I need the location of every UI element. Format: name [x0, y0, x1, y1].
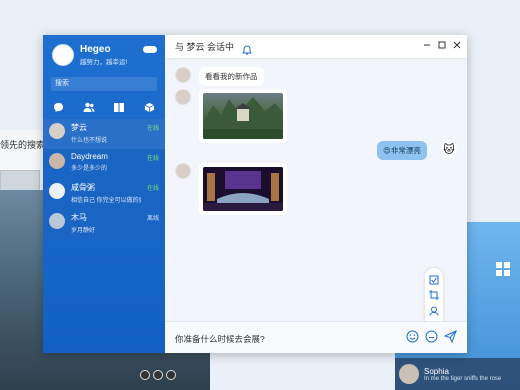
- contact-item[interactable]: 梦云 什么也不想说 在线: [43, 119, 165, 149]
- crop-icon[interactable]: [429, 290, 439, 301]
- more-icon[interactable]: [425, 330, 438, 343]
- chat-icon[interactable]: [52, 101, 64, 113]
- contact-last-message: 岁月静好: [71, 228, 96, 234]
- avatar: [399, 364, 419, 384]
- avatar: [49, 213, 65, 229]
- profile-motto: 越努力，越幸运!: [80, 59, 128, 66]
- mountain-temple-image: [203, 93, 283, 139]
- avatar: [175, 163, 191, 179]
- contact-item[interactable]: 咸骨粥 相信自己 你完全可以做的更好的 在线: [43, 179, 165, 209]
- cube-icon[interactable]: [144, 101, 156, 113]
- neon-car-image: [203, 167, 283, 211]
- avatar: [49, 153, 65, 169]
- contact-last-message: 相信自己 你完全可以做的更好的: [71, 198, 141, 204]
- pager-next[interactable]: [166, 370, 176, 380]
- status-badge: 离线: [146, 216, 159, 222]
- sidebar-nav: [43, 97, 165, 117]
- background-user-bar: Sophia In me the tiger sniffs the rose: [395, 358, 520, 390]
- user-avatar[interactable]: 🐱: [52, 44, 74, 66]
- grid-icon[interactable]: [496, 262, 510, 276]
- checkbox-icon[interactable]: [429, 275, 439, 285]
- avatar: [175, 89, 191, 105]
- profile[interactable]: 🐱 Hegeo 越努力，越幸运!: [52, 44, 127, 66]
- chat-header: 与 梦云 会话中: [165, 35, 467, 59]
- user-avatar: 🐱: [441, 141, 457, 157]
- contacts-icon[interactable]: [83, 101, 95, 113]
- chat-title: 与 梦云 会话中: [175, 42, 235, 52]
- message-input-text[interactable]: 你准备什么时候去会展?: [175, 333, 265, 345]
- send-icon[interactable]: [444, 330, 457, 343]
- avatar: [49, 123, 65, 139]
- contact-item[interactable]: Daydream 多少是多少的 在线: [43, 149, 165, 179]
- background-user-message: In me the tiger sniffs the rose: [424, 375, 502, 382]
- status-badge: 在线: [146, 126, 159, 132]
- minimize-icon[interactable]: [422, 40, 431, 49]
- status-badge: 在线: [146, 186, 159, 192]
- maximize-icon[interactable]: [437, 40, 446, 49]
- pager-dot[interactable]: [153, 370, 163, 380]
- contact-item[interactable]: 木马 岁月静好 离线: [43, 209, 165, 239]
- profile-name: Hegeo: [80, 44, 111, 55]
- theme-toggle[interactable]: [143, 46, 157, 53]
- image-message[interactable]: [199, 89, 287, 143]
- chat-window: 🐱 Hegeo 越努力，越幸运! 搜索 梦云 什么也不想说 在线 Daydrea…: [43, 35, 467, 353]
- avatar: [175, 67, 191, 83]
- user-location-icon[interactable]: [429, 306, 439, 316]
- background-pager[interactable]: [140, 370, 176, 380]
- search-input[interactable]: 搜索: [51, 77, 157, 91]
- emoji-icon[interactable]: [406, 330, 419, 343]
- sidebar: 🐱 Hegeo 越努力，越幸运! 搜索 梦云 什么也不想说 在线 Daydrea…: [43, 35, 165, 353]
- avatar: [49, 183, 65, 199]
- message-bubble[interactable]: 看看我的新作品: [199, 67, 264, 86]
- message-bubble[interactable]: 😍非常漂亮: [377, 141, 427, 160]
- message-list: 看看我的新作品 😍非常漂亮 🐱: [165, 59, 467, 321]
- bell-icon[interactable]: [242, 42, 252, 55]
- contact-list: 梦云 什么也不想说 在线 Daydream 多少是多少的 在线 咸骨粥 相信自己…: [43, 119, 165, 239]
- message-input[interactable]: 你准备什么时候去会展?: [165, 321, 467, 353]
- background-user-name: Sophia: [424, 366, 449, 376]
- background-thumbnail: [0, 170, 40, 192]
- books-icon[interactable]: [113, 101, 125, 113]
- contact-last-message: 多少是多少的: [71, 166, 108, 172]
- pager-prev[interactable]: [140, 370, 150, 380]
- chat-panel: 与 梦云 会话中 看看我的新作品 😍非常漂亮 🐱 你准备什么时候去会展?: [165, 35, 467, 353]
- close-icon[interactable]: [452, 40, 461, 49]
- status-badge: 在线: [146, 156, 159, 162]
- contact-last-message: 什么也不想说: [71, 138, 108, 144]
- image-message[interactable]: [199, 163, 287, 215]
